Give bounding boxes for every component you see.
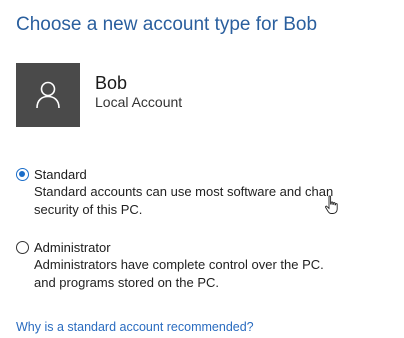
page-title: Choose a new account type for Bob	[16, 14, 318, 35]
why-standard-link[interactable]: Why is a standard account recommended?	[16, 320, 254, 334]
standard-option[interactable]: Standard Standard accounts can use most …	[16, 166, 333, 219]
account-type-label: Local Account	[95, 93, 183, 110]
person-icon	[36, 81, 60, 109]
administrator-option[interactable]: Administrator Administrators have comple…	[16, 239, 324, 292]
user-info: Bob Local Account	[95, 73, 182, 110]
user-card: Bob Local Account	[16, 63, 182, 127]
administrator-description-2: and programs stored on the PC.	[34, 275, 219, 290]
standard-label[interactable]: Standard	[34, 166, 333, 183]
hand-cursor-icon	[325, 195, 338, 214]
standard-description: Standard accounts can use most software …	[34, 184, 334, 199]
standard-description-2: security of this PC.	[34, 202, 143, 217]
user-name: Bob	[95, 73, 128, 93]
administrator-description: Administrators have complete control ove…	[34, 257, 324, 272]
avatar	[16, 63, 80, 127]
administrator-label[interactable]: Administrator	[34, 239, 324, 256]
administrator-radio[interactable]	[16, 241, 29, 254]
standard-radio[interactable]	[16, 168, 29, 181]
